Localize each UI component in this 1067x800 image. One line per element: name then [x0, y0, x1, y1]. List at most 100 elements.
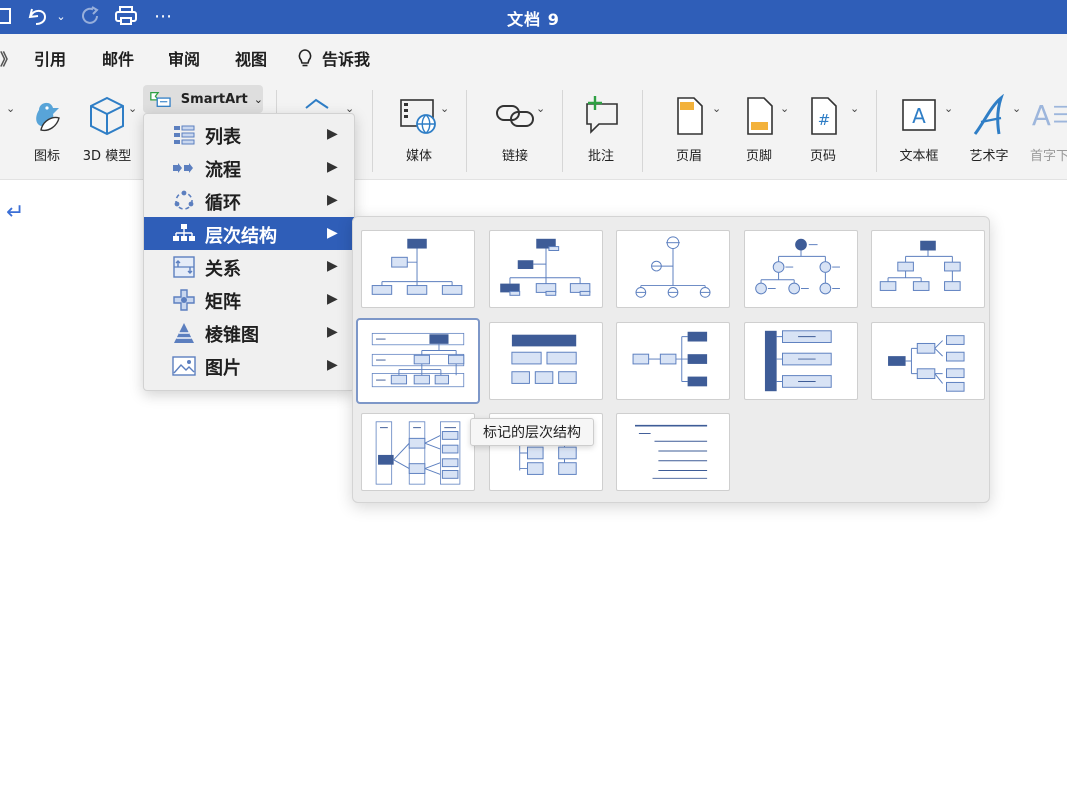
page-number-button[interactable]: # 页码	[788, 88, 858, 168]
link-icon	[480, 94, 550, 138]
menu-item-label: 棱锥图	[205, 325, 259, 346]
svg-text:#: #	[818, 111, 831, 129]
cube-icon	[72, 94, 142, 138]
menu-item-label: 循环	[205, 193, 241, 214]
tab-references[interactable]: 引用	[34, 46, 66, 70]
tab-mailings[interactable]: 邮件	[102, 46, 134, 70]
word-window: ⌄ ⋯ 文档 9 》 引用 邮件 审阅 视图 告诉我 ⌄ 图标 3D 模型 ⌄ …	[0, 0, 1067, 800]
comment-icon	[566, 94, 636, 138]
layout-horizontal-multi-level-hierarchy[interactable]	[871, 322, 985, 400]
chevron-right-icon: ▶	[327, 357, 338, 373]
3d-models-button[interactable]: 3D 模型	[72, 88, 142, 168]
tab-review[interactable]: 审阅	[168, 46, 200, 70]
wordart-label: 艺术字	[969, 149, 1009, 164]
process-icon	[173, 163, 193, 173]
3d-models-label: 3D 模型	[82, 149, 132, 164]
menu-item-list[interactable]: 列表 ▶	[144, 118, 354, 151]
tab-partial[interactable]: 》	[0, 46, 16, 70]
menu-item-relationship[interactable]: 关系 ▶	[144, 250, 354, 283]
layout-hierarchy-circles[interactable]	[744, 230, 858, 308]
ribbon-divider	[562, 90, 563, 172]
chevron-right-icon: ▶	[327, 225, 338, 241]
ribbon-divider	[466, 90, 467, 172]
menu-item-hierarchy[interactable]: 层次结构 ▶	[144, 217, 354, 250]
layout-table-hierarchy[interactable]	[489, 322, 603, 400]
document-title: 文档 9	[507, 10, 560, 29]
layout-name-title-org-chart[interactable]	[489, 230, 603, 308]
ribbon-divider	[372, 90, 373, 172]
list-icon	[174, 125, 195, 145]
layout-organization-chart[interactable]	[361, 230, 475, 308]
dropcap-label: 首字下	[1030, 149, 1067, 164]
chevron-right-icon: ▶	[327, 324, 338, 340]
layout-hierarchy[interactable]	[871, 230, 985, 308]
chevron-right-icon: ▶	[327, 258, 338, 274]
textbox-label: 文本框	[899, 149, 939, 164]
wordart-icon	[954, 94, 1024, 138]
relationship-icon	[173, 256, 195, 278]
menu-item-label: 图片	[205, 358, 241, 379]
layout-labeled-hierarchy[interactable]	[356, 318, 480, 404]
menu-item-process[interactable]: 流程 ▶	[144, 151, 354, 184]
link-label: 链接	[501, 149, 528, 164]
chevron-right-icon: ▶	[327, 159, 338, 175]
chevron-right-icon: ▶	[327, 192, 338, 208]
page-number-dropdown-icon[interactable]: ⌄	[850, 102, 859, 115]
layout-lined-list-hierarchy[interactable]	[361, 413, 475, 491]
pyramid-icon	[174, 323, 194, 343]
wordart-dropdown-icon[interactable]: ⌄	[1012, 102, 1021, 115]
menu-item-label: 关系	[205, 259, 241, 280]
ribbon-divider	[642, 90, 643, 172]
chevron-right-icon: ▶	[327, 126, 338, 142]
layout-hierarchy-list[interactable]	[744, 322, 858, 400]
menu-item-cycle[interactable]: 循环 ▶	[144, 184, 354, 217]
ribbon-tabs: 》 引用 邮件 审阅 视图 告诉我	[0, 34, 1067, 80]
menu-item-label: 流程	[205, 160, 241, 181]
3d-dropdown-icon[interactable]: ⌄	[128, 102, 137, 115]
menu-item-matrix[interactable]: 矩阵 ▶	[144, 283, 354, 316]
tab-tell-me[interactable]: 告诉我	[296, 46, 370, 70]
media-dropdown-icon[interactable]: ⌄	[440, 102, 449, 115]
layout-half-circle-hierarchy[interactable]	[616, 413, 730, 491]
hierarchy-layout-gallery	[352, 216, 990, 503]
media-button[interactable]: 媒体	[384, 88, 454, 168]
ribbon-divider	[876, 90, 877, 172]
comment-button[interactable]: 批注	[566, 88, 636, 168]
link-button[interactable]: 链接	[480, 88, 550, 168]
cycle-icon	[174, 190, 194, 210]
layout-tooltip: 标记的层次结构	[470, 418, 594, 446]
menu-item-label: 层次结构	[205, 226, 277, 247]
smartart-button[interactable]: SmartArt ⌄	[143, 85, 263, 113]
header-dropdown-icon[interactable]: ⌄	[712, 102, 721, 115]
link-dropdown-icon[interactable]: ⌄	[536, 102, 545, 115]
layout-horizontal-hierarchy[interactable]	[616, 322, 730, 400]
title-bar: ⌄ ⋯ 文档 9	[0, 0, 1067, 34]
smartart-menu: 列表 ▶ 流程 ▶ 循环 ▶ 层次结构 ▶ 关系 ▶ 矩阵 ▶ 棱锥图 ▶ 图片…	[143, 113, 355, 391]
header-button[interactable]: 页眉	[654, 88, 724, 168]
header-icon	[654, 94, 724, 138]
lightbulb-icon	[298, 49, 312, 67]
smartart-icon	[150, 91, 171, 107]
chevron-right-icon: ▶	[327, 291, 338, 307]
smartart-label: SmartArt	[180, 91, 248, 107]
menu-item-pyramid[interactable]: 棱锥图 ▶	[144, 316, 354, 349]
matrix-icon	[173, 289, 195, 311]
header-label: 页眉	[675, 149, 702, 164]
media-icon	[384, 94, 454, 138]
footer-button[interactable]: 页脚	[724, 88, 794, 168]
tab-view[interactable]: 视图	[235, 46, 267, 70]
comment-label: 批注	[587, 149, 614, 164]
wordart-button[interactable]: 艺术字	[954, 88, 1024, 168]
footer-icon	[724, 94, 794, 138]
layout-circle-picture-hierarchy[interactable]	[616, 230, 730, 308]
dropcap-icon: A	[1024, 94, 1067, 138]
menu-item-picture[interactable]: 图片 ▶	[144, 349, 354, 382]
menu-item-label: 列表	[205, 127, 241, 148]
textbox-dropdown-icon[interactable]: ⌄	[944, 102, 953, 115]
chevron-down-icon: ⌄	[253, 92, 263, 106]
dropcap-button[interactable]: A 首字下	[1024, 88, 1067, 168]
textbox-button[interactable]: A 文本框	[884, 88, 954, 168]
paragraph-mark-icon: ↵	[6, 200, 25, 225]
hierarchy-icon	[173, 224, 195, 241]
media-label: 媒体	[405, 149, 432, 164]
